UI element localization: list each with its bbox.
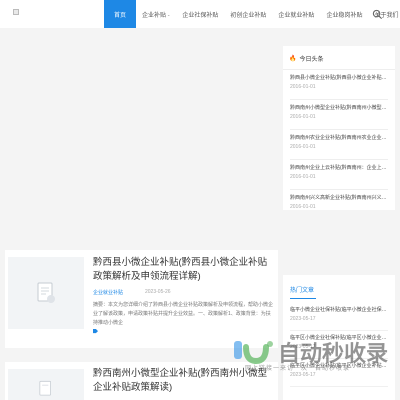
article-category[interactable]: 企业就业补贴 — [93, 289, 123, 296]
article-date: 2023-05-26 — [145, 289, 171, 295]
list-item[interactable]: 黔西南州农业企业补贴(黔西南州农业企业补贴政 2016-01-01 — [290, 130, 388, 160]
nav-item-employment-subsidy[interactable]: 企业就业补贴 — [272, 0, 320, 28]
list-item-title[interactable]: 临平小微企业社保补贴(临平小微企业社保补贴政策 — [290, 306, 388, 315]
article-excerpt: 摘要：本文为您详细介绍了黔西县小微企业补贴政策解析及申领流程，帮助小微企业了解该… — [93, 302, 274, 326]
list-item-title[interactable]: 黔西南州企业上云补贴(黔西南州：企业上云补贴 — [290, 164, 388, 173]
list-item-date: 2016-01-01 — [290, 114, 316, 120]
list-item-date: 2023-05-17 — [290, 316, 316, 322]
list-item-date: 2016-01-01 — [290, 204, 316, 210]
list-item-title[interactable]: 临平区小微企业社保补贴(临平区小微企业社保补贴 — [290, 334, 388, 343]
today-news-panel: 🔥 今日头条 黔西县小微企业补贴(黔西县小微企业补贴政策解析 2016-01-0… — [283, 46, 395, 210]
nav-label: 企业补贴 — [142, 12, 167, 19]
today-news-list: 黔西县小微企业补贴(黔西县小微企业补贴政策解析 2016-01-01 黔西南州小… — [283, 70, 395, 220]
list-item[interactable]: 黔西南州兴义高新企业补贴(黔西南州兴义高新企业 2016-01-01 — [290, 190, 388, 220]
article-thumbnail[interactable] — [8, 257, 84, 329]
nav-label: 初创企业补贴 — [230, 12, 267, 19]
hot-articles-title: 热门文章 — [290, 288, 315, 294]
search-icon[interactable] — [372, 9, 383, 20]
article-thumbnail[interactable] — [8, 369, 84, 400]
list-item-date: 2016-01-01 — [290, 84, 316, 90]
list-item-date: 2016-01-01 — [290, 174, 316, 180]
watermark-subtext: 网上链接一来访一次一自动秒收录 — [245, 366, 351, 372]
list-item[interactable]: 黔西南州小微型企业补贴(黔西南州小微型企业补贴 2016-01-01 — [290, 100, 388, 130]
list-item-title[interactable]: 黔西县小微企业补贴(黔西县小微企业补贴政策解析 — [290, 74, 388, 83]
list-item-date: 2023-05-17 — [290, 372, 316, 378]
list-item[interactable]: 临平区小微企业社保补贴(临平区小微企业社保补贴 2023-05-17 — [290, 331, 388, 359]
nav-label: 企业就业补贴 — [278, 12, 315, 19]
article-card: 黔西南州小微型企业补贴(黔西南州小微型企业补贴政策解读) — [5, 362, 278, 400]
nav-item-startup-subsidy[interactable]: 初创企业补贴 — [224, 0, 272, 28]
tag-icon — [93, 329, 98, 334]
list-item[interactable]: 临平小微企业社保补贴(临平小微企业社保补贴政策 2023-05-17 — [290, 303, 388, 331]
today-news-title: 今日头条 — [299, 57, 324, 63]
nav-label: 首页 — [114, 12, 127, 19]
hot-articles-panel: 热门文章 临平小微企业社保补贴(临平小微企业社保补贴政策 2023-05-17 … — [283, 275, 395, 400]
image-placeholder-icon — [39, 380, 51, 396]
nav-label: 企业社保补贴 — [182, 12, 219, 19]
article-title[interactable]: 黔西县小微企业补贴(黔西县小微企业补贴政策解析及申领流程详解) — [93, 256, 275, 284]
chevron-down-icon: ⌄ — [167, 11, 171, 17]
image-placeholder-icon — [37, 282, 55, 303]
nav-label: 企业稳岗补贴 — [326, 12, 363, 19]
today-news-header: 🔥 今日头条 — [283, 46, 395, 70]
nav-item-home[interactable]: 首页 — [104, 0, 137, 28]
flame-icon: 🔥 — [289, 56, 297, 62]
list-item-title[interactable]: 黔西南州农业企业补贴(黔西南州农业企业补贴政 — [290, 134, 388, 143]
list-item-date: 2016-01-01 — [290, 144, 316, 150]
main-nav: 首页 企业补贴 ⌄ 企业社保补贴 初创企业补贴 企业就业补贴 企业稳岗补贴 关于我… — [104, 0, 400, 28]
site-logo[interactable] — [13, 9, 19, 15]
nav-item-job-stability-subsidy[interactable]: 企业稳岗补贴 — [320, 0, 368, 28]
top-navbar: 首页 企业补贴 ⌄ 企业社保补贴 初创企业补贴 企业就业补贴 企业稳岗补贴 关于我… — [0, 0, 400, 28]
nav-item-enterprise-subsidy[interactable]: 企业补贴 ⌄ — [136, 0, 176, 28]
list-item[interactable]: 黔西县小微企业补贴(黔西县小微企业补贴政策解析 2016-01-01 — [290, 70, 388, 100]
list-item-date: 2023-05-17 — [290, 344, 316, 350]
list-item-title[interactable]: 黔西南州兴义高新企业补贴(黔西南州兴义高新企业 — [290, 194, 388, 203]
list-item[interactable]: 黔西南州企业上云补贴(黔西南州：企业上云补贴 2016-01-01 — [290, 160, 388, 190]
list-item-title[interactable]: 黔西南州小微型企业补贴(黔西南州小微型企业补贴 — [290, 104, 388, 113]
article-card: 黔西县小微企业补贴(黔西县小微企业补贴政策解析及申领流程详解) 企业就业补贴 2… — [5, 250, 278, 348]
nav-item-social-security-subsidy[interactable]: 企业社保补贴 — [176, 0, 224, 28]
hot-articles-list: 临平小微企业社保补贴(临平小微企业社保补贴政策 2023-05-17 临平区小微… — [283, 299, 395, 387]
